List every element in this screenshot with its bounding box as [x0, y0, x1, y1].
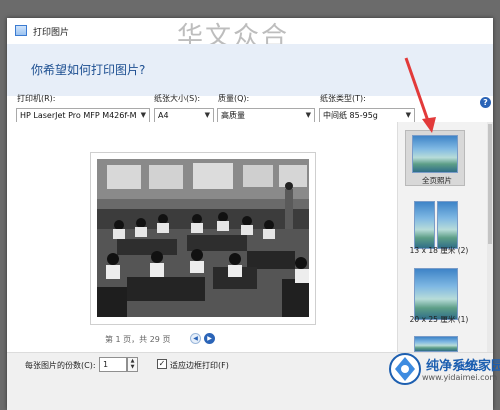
layout-thumbnail: [412, 135, 458, 173]
printer-select[interactable]: HP LaserJet Pro MFP M426f-M ▼: [16, 108, 150, 123]
copies-stepper[interactable]: ▲ ▼: [127, 357, 138, 372]
layout-thumbnail: [414, 336, 458, 352]
paper-size-select[interactable]: A4 ▼: [154, 108, 214, 123]
copies-label: 每张图片的份数(C):: [25, 361, 96, 370]
page-heading: 你希望如何打印图片?: [31, 63, 146, 77]
chevron-down-icon[interactable]: ▼: [128, 364, 137, 370]
fit-frame-label: 适应边框打印(F): [170, 361, 229, 370]
next-page-button[interactable]: ▶: [204, 333, 215, 344]
layout-item-more[interactable]: [407, 334, 467, 352]
chevron-down-icon: ▼: [140, 111, 146, 119]
layout-label: 全页照片: [422, 176, 452, 185]
site-watermark-url: www.yidaimei.com: [422, 373, 498, 382]
picture-icon: [15, 25, 27, 36]
fit-frame-checkbox[interactable]: ✓: [157, 359, 167, 369]
scrollbar-thumb[interactable]: [488, 124, 492, 244]
printer-label: 打印机(R):: [17, 94, 56, 103]
layout-thumbnail: [414, 268, 458, 320]
window-title: 打印图片: [33, 28, 70, 38]
quality-label: 质量(Q):: [218, 94, 250, 103]
copies-input[interactable]: 1: [99, 357, 127, 372]
layout-thumbnail: [414, 201, 435, 249]
paper-type-label: 纸张类型(T):: [320, 94, 366, 103]
layout-thumbnail: [437, 201, 458, 249]
site-watermark-name: 纯净系统家园: [426, 359, 500, 374]
quality-select[interactable]: 高质量 ▼: [217, 108, 315, 123]
previous-page-button[interactable]: ◀: [190, 333, 201, 344]
paper-type-select[interactable]: 中间纸 85-95g ▼: [319, 108, 415, 123]
page-indicator: 第 1 页，共 29 页: [105, 335, 171, 344]
printer-value: HP LaserJet Pro MFP M426f-M: [20, 111, 137, 120]
quality-value: 高质量: [221, 111, 245, 120]
chevron-down-icon: ▼: [305, 111, 311, 119]
site-logo-icon: [389, 353, 421, 385]
paper-size-value: A4: [158, 111, 169, 120]
chevron-down-icon: ▼: [204, 111, 210, 119]
paper-type-value: 中间纸 85-95g: [323, 111, 378, 120]
layout-label: 13 x 18 厘米 (2): [409, 246, 469, 255]
chevron-down-icon: ▼: [405, 111, 411, 119]
classroom-photo: [97, 159, 309, 317]
help-icon[interactable]: ?: [480, 97, 491, 108]
paper-size-label: 纸张大小(S):: [154, 94, 201, 103]
layout-label: 20 x 25 厘米 (1): [409, 315, 469, 324]
